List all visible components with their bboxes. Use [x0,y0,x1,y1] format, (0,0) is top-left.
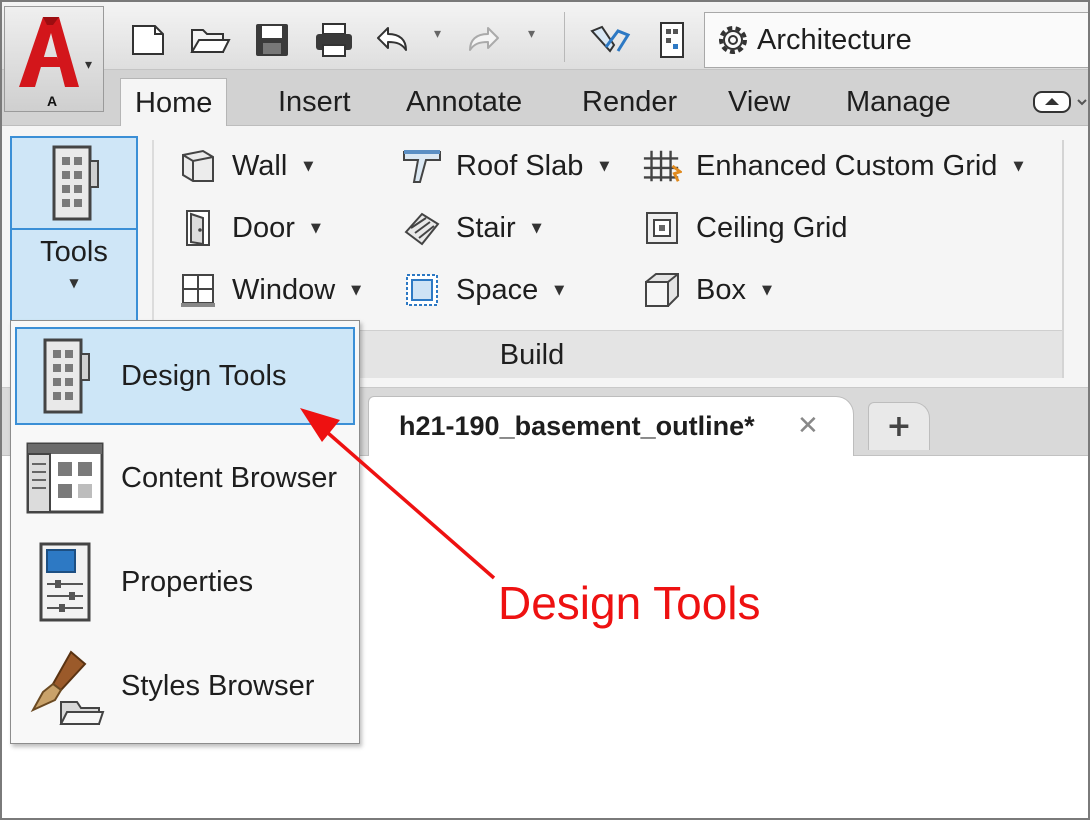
tab-home[interactable]: Home [120,78,228,128]
stair-icon [402,208,442,248]
undo-icon[interactable] [370,18,414,62]
box-icon [642,270,682,310]
tab-manage[interactable]: Manage [832,78,965,126]
ceiling-grid-icon [642,208,682,248]
app-letter: A [47,93,58,109]
stair-label: Stair [456,211,516,244]
minimize-ribbon-icon [1033,91,1087,113]
styles-browser-icon [25,642,105,730]
tab-insert[interactable]: Insert [264,78,365,126]
application-menu-button[interactable]: ▾ A [4,6,104,112]
stair-button[interactable]: Stair ▼ [402,206,542,250]
menu-item-content-browser[interactable]: Content Browser [17,429,357,527]
wall-label: Wall [232,149,288,182]
space-label: Space [456,273,539,306]
box-label: Box [696,273,746,306]
undo-dropdown-icon[interactable]: ▾ [434,26,441,42]
menu-item-design-tools[interactable]: Design Tools [15,327,355,425]
space-icon [402,270,442,310]
tools-button[interactable]: Tools ▼ [10,136,138,324]
file-tab[interactable]: h21-190_basement_outline* ✕ [368,396,854,456]
ribbon-tab-bar: Home Insert Annotate Render View Manage [2,70,1088,128]
menu-item-label: Design Tools [121,359,287,392]
toolbar-divider [564,12,565,62]
close-icon[interactable]: ✕ [797,411,819,441]
menu-item-label: Styles Browser [121,669,315,702]
chevron-down-icon: ▾ [85,57,93,73]
design-tools-icon [25,332,105,420]
roof-slab-icon [402,146,442,186]
roof-slab-dropdown-icon[interactable]: ▼ [599,159,609,174]
roof-slab-button[interactable]: Roof Slab ▼ [402,144,609,188]
new-tab-button[interactable]: + [868,402,930,450]
roof-slab-label: Roof Slab [456,149,584,182]
design-tools-icon [52,145,99,221]
menu-item-label: Properties [121,565,254,598]
ceiling-grid-label: Ceiling Grid [696,211,848,244]
window-button[interactable]: Window ▼ [178,268,361,312]
gear-icon [711,18,755,62]
door-icon [178,208,218,248]
stair-dropdown-icon[interactable]: ▼ [532,221,542,236]
save-icon[interactable] [250,18,294,62]
tab-annotate[interactable]: Annotate [392,78,536,126]
menu-item-properties[interactable]: Properties [17,533,357,631]
quick-access-toolbar: ▾ ▾ Architecture [2,2,1088,70]
content-browser-icon [25,434,105,522]
project-icon[interactable] [650,18,694,62]
tools-button-icon-area[interactable] [12,138,136,230]
screenshot-frame: ▾ ▾ Architecture ▾ A Home Insert Annotat… [0,0,1090,820]
window-dropdown-icon[interactable]: ▼ [351,283,361,298]
file-tab-label: h21-190_basement_outline* [399,411,755,441]
print-icon[interactable] [312,18,356,62]
autocad-logo-icon [19,17,79,87]
chevron-down-icon: ▼ [69,276,79,290]
menu-item-styles-browser[interactable]: Styles Browser [17,637,357,735]
tab-view[interactable]: View [714,78,804,126]
menu-item-label: Content Browser [121,461,337,494]
door-dropdown-icon[interactable]: ▼ [311,221,321,236]
custom-grid-icon [642,146,682,186]
wall-dropdown-icon[interactable]: ▼ [303,159,313,174]
tools-dropdown-menu: Design Tools Content Browser Properties … [10,320,360,744]
wall-button[interactable]: Wall ▼ [178,144,313,188]
custom-grid-dropdown-icon[interactable]: ▼ [1013,159,1023,174]
enhanced-custom-grid-label: Enhanced Custom Grid [696,149,998,182]
annotation-label: Design Tools [498,577,761,629]
workspace-label: Architecture [757,23,912,56]
open-icon[interactable] [188,18,232,62]
tab-render[interactable]: Render [568,78,691,126]
door-label: Door [232,211,295,244]
panel-divider [1062,140,1064,378]
wire-icon[interactable] [588,18,632,62]
redo-dropdown-icon[interactable]: ▾ [528,26,535,42]
door-button[interactable]: Door ▼ [178,206,321,250]
properties-icon [25,538,105,626]
wall-icon [178,146,218,186]
window-icon [178,270,218,310]
box-button[interactable]: Box ▼ [642,268,772,312]
window-label: Window [232,273,336,306]
enhanced-custom-grid-button[interactable]: Enhanced Custom Grid ▼ [642,144,1023,188]
ceiling-grid-button[interactable]: Ceiling Grid [642,206,848,250]
tools-button-label: Tools [40,236,108,268]
redo-icon[interactable] [462,18,506,62]
space-dropdown-icon[interactable]: ▼ [554,283,564,298]
ribbon-toggle-button[interactable] [1030,84,1088,120]
workspace-selector[interactable]: Architecture [704,12,1088,68]
box-dropdown-icon[interactable]: ▼ [762,283,772,298]
new-icon[interactable] [126,18,170,62]
space-button[interactable]: Space ▼ [402,268,564,312]
